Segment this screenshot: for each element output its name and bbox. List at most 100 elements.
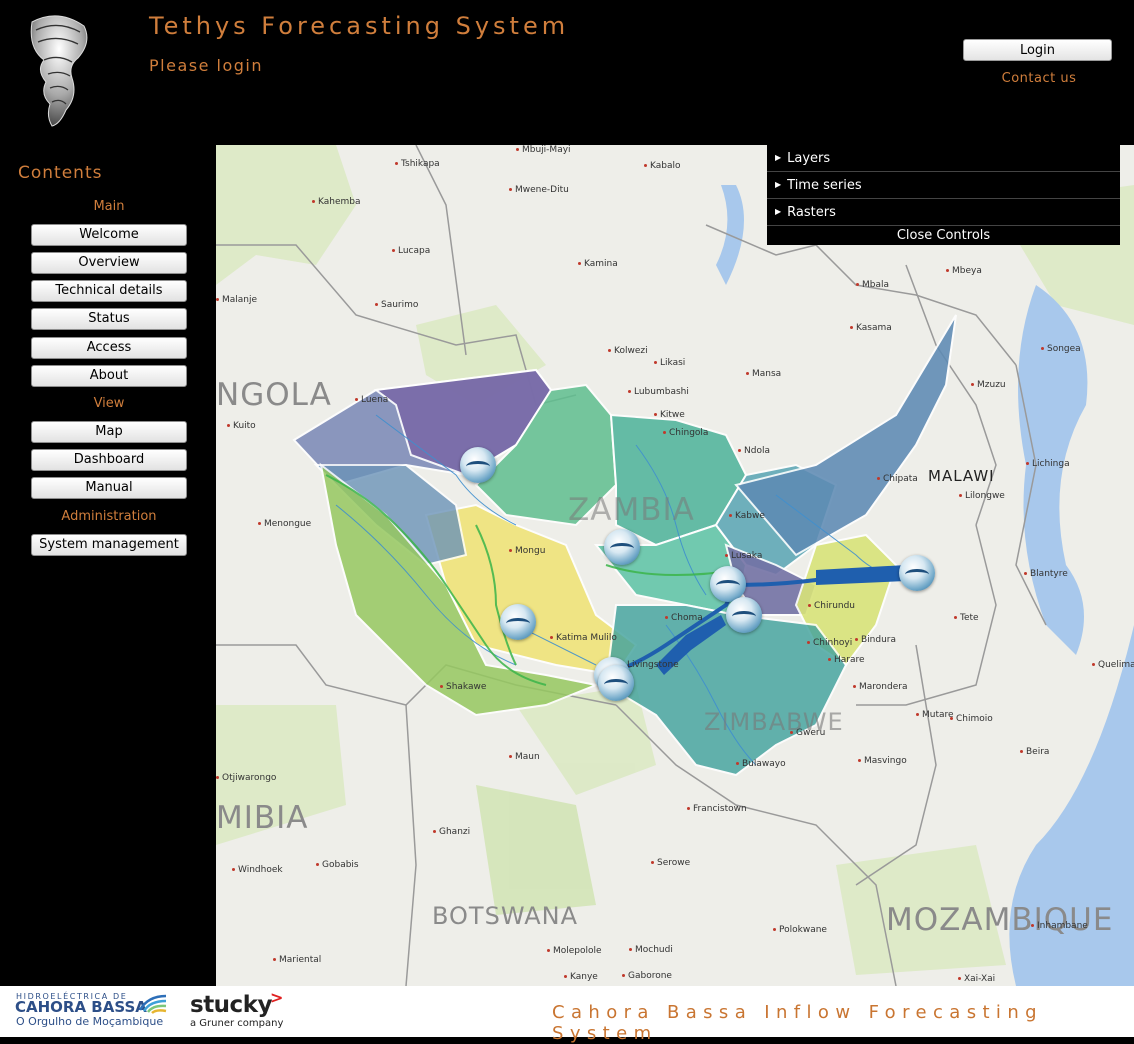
city-label: Kasama [850,323,892,333]
forecast-station-marker[interactable] [899,555,935,591]
expand-triangle-icon: ▶ [775,180,782,189]
hcb-logo-tagline: O Orgulho de Moçambique [16,1015,164,1028]
country-label-botswana: BOTSWANA [432,902,579,930]
city-label: Mbala [856,280,889,290]
country-label-angola: NGOLA [216,377,332,413]
city-label: Masvingo [858,756,907,766]
city-label: Mbuji-Mayi [516,145,571,155]
section-heading-administration: Administration [61,509,157,524]
section-heading-view: View [93,396,125,411]
city-label: Mariental [273,955,321,965]
login-prompt: Please login [149,56,263,75]
country-label-namibia: MIBIA [216,800,309,836]
city-label: Otjiwarongo [216,773,276,783]
city-label: Harare [828,655,865,665]
city-label: Songea [1041,344,1081,354]
nav-dashboard-button[interactable]: Dashboard [31,449,187,471]
city-label: Chipata [877,474,918,484]
city-label: Chirundu [808,601,855,611]
city-label: Kolwezi [608,346,648,356]
city-label: Chimoio [950,714,993,724]
city-label: Lubumbashi [628,387,689,397]
city-label: Mwene-Ditu [509,185,569,195]
city-label: Ghanzi [433,827,470,837]
hcb-waves-icon [138,994,167,1014]
nav-welcome-button[interactable]: Welcome [31,224,187,246]
city-label: Lichinga [1026,459,1070,469]
city-label: Kitwe [654,410,685,420]
forecast-station-marker[interactable] [500,604,536,640]
time-series-toggle[interactable]: ▶ Time series [767,172,1120,199]
city-label: Mbeya [946,266,982,276]
country-label-zambia: ZAMBIA [568,492,695,528]
city-label: Tshikapa [395,159,440,169]
login-button[interactable]: Login [963,39,1112,61]
city-label: Lilongwe [959,491,1005,501]
layers-label: Layers [787,151,831,166]
rasters-label: Rasters [787,205,836,220]
city-label: Menongue [258,519,311,529]
forecast-station-marker[interactable] [460,447,496,483]
sidebar: Contents Main Welcome Overview Technical… [0,145,216,986]
city-label: Blantyre [1024,569,1068,579]
rasters-toggle[interactable]: ▶ Rasters [767,199,1120,226]
city-label: Ndola [738,446,770,456]
stucky-chevron-icon: > [270,988,284,1007]
forecast-station-marker[interactable] [604,529,640,565]
expand-triangle-icon: ▶ [775,207,782,216]
nav-access-button[interactable]: Access [31,337,187,359]
city-label: Kabalo [644,161,681,171]
stucky-logo-subtitle: a Gruner company [190,1018,284,1029]
app-title: Tethys Forecasting System [149,12,570,40]
city-label: Molepolole [547,946,602,956]
city-label: Francistown [687,804,747,814]
contact-us-link[interactable]: Contact us [963,71,1115,86]
city-label: Lusaka [725,551,762,561]
city-label: Lucapa [392,246,430,256]
nav-map-button[interactable]: Map [31,421,187,443]
city-label: Mzuzu [971,380,1006,390]
city-label: Mongu [509,546,545,556]
footer: HIDROELÉCTRICA DE CAHORA BASSA O Orgulho… [0,986,1134,1044]
city-label: Kabwe [729,511,765,521]
nav-system-management-button[interactable]: System management [31,534,187,556]
nav-status-button[interactable]: Status [31,308,187,330]
sidebar-title: Contents [18,163,103,183]
country-label-mozambique: MOZAMBIQUE [886,902,1114,938]
forecast-station-marker[interactable] [726,597,762,633]
map-controls-panel: ▶ Layers ▶ Time series ▶ Rasters Close Cont… [767,145,1120,245]
city-label: Quelimane [1092,660,1134,670]
hcb-logo-name: CAHORA BASSA [15,998,147,1016]
layers-toggle[interactable]: ▶ Layers [767,145,1120,172]
header: Tethys Forecasting System Please login L… [0,0,1134,145]
city-label: Maun [509,752,540,762]
city-label: Livingstone [621,660,679,670]
city-label: Saurimo [375,300,418,310]
city-label: Kahemba [312,197,361,207]
city-label: Malanje [216,295,257,305]
city-label: Kanye [564,972,598,982]
nav-technical-details-button[interactable]: Technical details [31,280,187,302]
map-view[interactable]: NGOLA ZAMBIA MALAWI ZIMBABWE MIBIA BOTSW… [216,145,1134,986]
city-label: Shakawe [440,682,486,692]
forecast-station-marker[interactable] [598,665,634,701]
city-label: Marondera [853,682,907,692]
country-label-malawi: MALAWI [928,467,995,485]
city-label: Chinhoyi [807,638,852,648]
nav-overview-button[interactable]: Overview [31,252,187,274]
nav-about-button[interactable]: About [31,365,187,387]
expand-triangle-icon: ▶ [775,153,782,162]
city-label: Choma [665,613,703,623]
stucky-logo-name: stucky [190,992,272,1018]
city-label: Serowe [651,858,690,868]
nav-manual-button[interactable]: Manual [31,477,187,499]
city-label: Bulawayo [736,759,786,769]
city-label: Xai-Xai [958,974,995,984]
city-label: Inhambane [1031,921,1088,931]
close-controls-button[interactable]: Close Controls [767,226,1120,245]
city-label: Luena [355,395,388,405]
city-label: Mochudi [629,945,673,955]
city-label: Beira [1020,747,1049,757]
section-heading-main: Main [93,199,125,214]
city-label: Mutare [916,710,954,720]
